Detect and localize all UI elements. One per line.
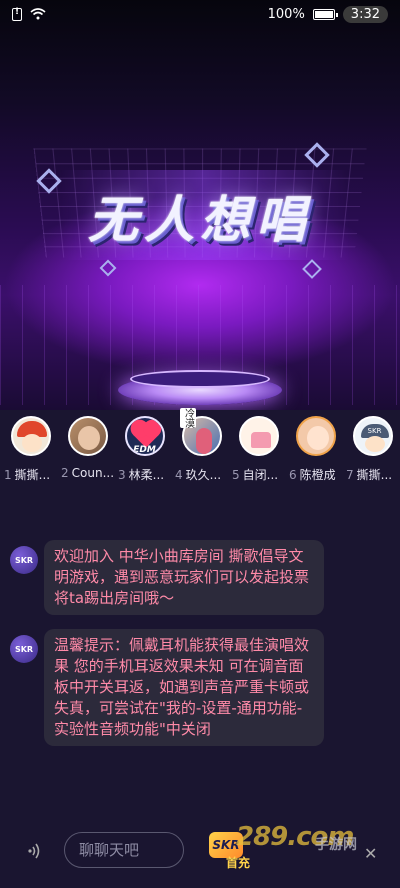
- seat-number: 3: [118, 468, 126, 482]
- chat-list: SKR 欢迎加入 中华小曲库房间 撕歌倡导文明游戏，遇到恶意玩家们可以发起投票将…: [0, 540, 400, 760]
- seat-row: 1 撕撕... 2 Coun... EDM 3 林柔... 冷漠 4 玖久... 5 自闭…: [0, 416, 400, 483]
- seat-name: 陈橙成: [300, 468, 336, 482]
- watermark-sub: 手游网: [315, 834, 357, 854]
- seat-number: 7: [346, 468, 354, 482]
- seat-number: 6: [289, 468, 297, 482]
- sim-alert-icon: [12, 8, 22, 21]
- seat-3[interactable]: EDM 3 林柔...: [116, 416, 173, 483]
- decor-diamond-icon: [100, 260, 117, 277]
- seat-name: 自闭...: [243, 468, 278, 482]
- seat-name: 林柔...: [129, 468, 164, 482]
- avatar[interactable]: [11, 416, 51, 456]
- system-avatar[interactable]: SKR: [10, 546, 38, 574]
- battery-percent: 100%: [268, 7, 305, 22]
- chat-message: SKR 欢迎加入 中华小曲库房间 撕歌倡导文明游戏，遇到恶意玩家们可以发起投票将…: [0, 540, 400, 615]
- seat-5[interactable]: 5 自闭...: [230, 416, 287, 483]
- stage-platform-top: [130, 370, 270, 388]
- chat-message: SKR 温馨提示：佩戴耳机能获得最佳演唱效果 您的手机耳返效果未知 可在调音面板…: [0, 629, 400, 746]
- seat-name: Coun...: [72, 466, 114, 480]
- seat-6[interactable]: 6 陈橙成: [287, 416, 344, 483]
- battery-icon: [313, 9, 335, 20]
- avatar-tag: 冷漠: [180, 408, 196, 428]
- bottom-bar: SKR 首充 289.com 手游网 ✕: [0, 822, 400, 882]
- seat-number: 2: [61, 466, 69, 480]
- edm-badge: EDM: [127, 445, 163, 455]
- system-avatar[interactable]: SKR: [10, 635, 38, 663]
- voice-wave-icon[interactable]: [26, 842, 44, 860]
- stage-banner: 无人想唱: [0, 0, 400, 410]
- message-text: 欢迎加入 中华小曲库房间 撕歌倡导文明游戏，遇到恶意玩家们可以发起投票将ta踢出…: [44, 540, 324, 615]
- decor-diamond-icon: [302, 259, 322, 279]
- heart-icon: [133, 422, 158, 447]
- avatar[interactable]: EDM: [125, 416, 165, 456]
- seat-1[interactable]: 1 撕撕...: [2, 416, 59, 483]
- seat-name: 撕撕...: [15, 468, 50, 482]
- seat-number: 1: [4, 468, 12, 482]
- close-icon[interactable]: ✕: [364, 844, 377, 863]
- clock: 3:32: [343, 6, 388, 23]
- chat-input[interactable]: [64, 832, 184, 868]
- seat-2[interactable]: 2 Coun...: [59, 416, 116, 483]
- wifi-icon: [30, 8, 46, 20]
- avatar[interactable]: [296, 416, 336, 456]
- message-text: 温馨提示：佩戴耳机能获得最佳演唱效果 您的手机耳返效果未知 可在调音面板中开关耳…: [44, 629, 324, 746]
- first-charge-label[interactable]: 首充: [226, 854, 250, 871]
- seat-7[interactable]: SKR 7 撕撕...: [344, 416, 400, 483]
- seat-4[interactable]: 冷漠 4 玖久...: [173, 416, 230, 483]
- seat-number: 5: [232, 468, 240, 482]
- room-title: 无人想唱: [0, 180, 400, 252]
- status-bar: 100% 3:32: [0, 0, 400, 28]
- seat-name: 玖久...: [186, 468, 221, 482]
- avatar[interactable]: 冷漠: [182, 416, 222, 456]
- avatar[interactable]: [68, 416, 108, 456]
- avatar[interactable]: SKR: [353, 416, 393, 456]
- seat-name: 撕撕...: [357, 468, 392, 482]
- avatar[interactable]: [239, 416, 279, 456]
- seat-number: 4: [175, 468, 183, 482]
